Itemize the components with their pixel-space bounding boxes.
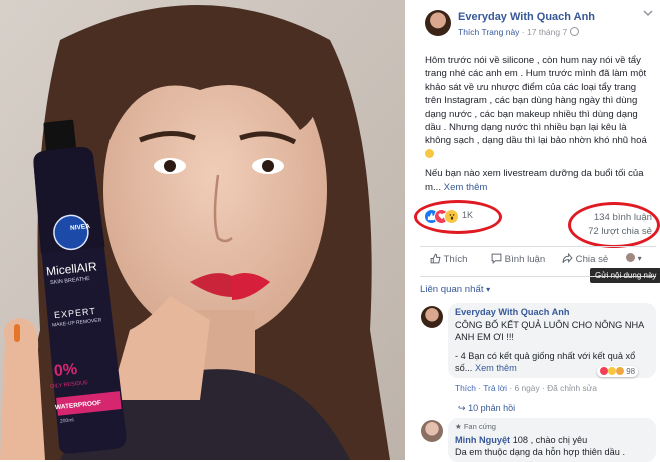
share-label: Chia sẻ — [575, 254, 609, 265]
chevron-down-icon: ▾ — [486, 285, 491, 294]
dropdown-caret-icon: ▾ — [637, 254, 642, 263]
post-photo[interactable]: NIVEA MicellAIR SKIN BREATHE EXPERT MAKE… — [0, 0, 405, 460]
comment-edited: Đã chỉnh sửa — [547, 383, 597, 393]
highlight-ring-reactions — [414, 200, 502, 234]
fan-badge: Fan cứng — [463, 422, 496, 431]
chevron-down-icon[interactable] — [643, 8, 653, 18]
comment-text: 108 , chào chị yêu — [512, 434, 588, 445]
separator — [420, 246, 656, 247]
comment-label: Bình luận — [504, 254, 546, 265]
comment-text: CÔNG BỐ KẾT QUẢ LUÔN CHO NÔNG NHA ANH EM… — [455, 319, 644, 343]
emoji-icon — [425, 148, 434, 158]
comment-avatar[interactable] — [421, 420, 443, 442]
photo-illustration — [0, 0, 405, 460]
comment-time[interactable]: 6 ngày — [515, 383, 540, 393]
comment-author[interactable]: Minh Nguyệt — [455, 435, 510, 445]
comment-reaction-count: 98 — [626, 367, 636, 376]
subline-dot: · — [521, 27, 525, 37]
sad-reaction-icon — [616, 367, 624, 375]
comment-text-2: Da em thuộc dạng da hỗn hợp thiên dầu . — [455, 447, 625, 457]
comment-reactions[interactable]: 98 — [597, 366, 639, 377]
product-pct: 0% — [53, 360, 78, 381]
globe-icon — [569, 27, 579, 36]
share-button[interactable]: Chia sẻ — [562, 252, 609, 265]
author-name[interactable]: Everyday With Quach Anh — [458, 11, 595, 23]
comment-author[interactable]: Everyday With Quach Anh — [455, 307, 569, 317]
comment-bubble: ★ Fan cứng Minh Nguyệt 108 , chào chị yê… — [448, 418, 656, 462]
post-body: Hôm trước nói về silicone , còn hum nay … — [425, 54, 653, 194]
like-button[interactable]: Thích — [430, 253, 468, 265]
like-label: Thích — [443, 254, 468, 265]
comment-like-link[interactable]: Thích — [455, 383, 476, 393]
author-avatar[interactable] — [425, 10, 451, 36]
post-date[interactable]: 17 tháng 7 — [527, 27, 567, 37]
reply-arrow-icon: ↪ — [458, 403, 466, 413]
comment-see-more[interactable]: Xem thêm — [475, 363, 517, 373]
user-icon — [626, 253, 635, 262]
highlight-ring-counts — [568, 202, 660, 248]
comment-reply-link[interactable]: Trả lời — [483, 383, 507, 393]
post-header: Everyday With Quach Anh Thích Trang này … — [425, 6, 655, 46]
send-audience-button[interactable]: ▾ — [626, 253, 642, 264]
haha-reaction-icon — [608, 367, 616, 375]
comment-button[interactable]: Bình luận — [491, 253, 545, 265]
post-subline: Thích Trang này · 17 tháng 7 — [458, 27, 579, 37]
comment-filter-label: Liên quan nhất — [420, 284, 484, 295]
comment-meta: Thích · Trả lời · 6 ngày · Đã chỉnh sửa — [455, 383, 597, 393]
like-page-link[interactable]: Thích Trang này — [458, 27, 519, 37]
see-more-link[interactable]: Xem thêm — [444, 182, 488, 193]
separator-2 — [420, 276, 656, 277]
comment-filter[interactable]: Liên quan nhất ▾ — [420, 284, 490, 295]
view-replies-label: 10 phản hồi — [468, 403, 516, 413]
love-reaction-icon — [600, 367, 608, 375]
comment-avatar[interactable] — [421, 306, 443, 328]
fan-badge-icon: ★ — [455, 422, 462, 431]
post-text: Hôm trước nói về silicone , còn hum nay … — [425, 55, 647, 147]
view-replies[interactable]: ↪ 10 phản hồi — [458, 403, 515, 414]
